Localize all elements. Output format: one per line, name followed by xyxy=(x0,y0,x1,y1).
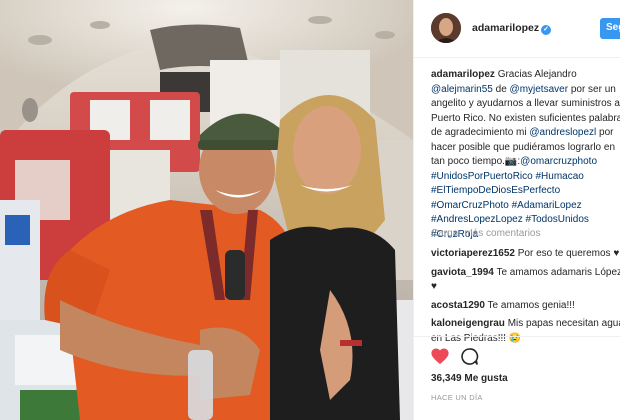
caption-line: angelito y ayudarnos a llevar suministro… xyxy=(431,97,620,112)
caption-text: de agradecimiento mi xyxy=(431,127,530,138)
caption-username[interactable]: adamarilopez xyxy=(431,69,495,80)
comment-line: acosta1290 Te amamos genia!!! xyxy=(431,299,620,314)
post-photo[interactable] xyxy=(0,0,413,420)
caption-link[interactable]: @myjetsaver xyxy=(510,84,569,95)
caption-line: Puerto Rico. No existen suficientes pala… xyxy=(431,112,620,127)
caption-text: hacer posible que pudiéramos lograrlo en xyxy=(431,141,616,153)
caption-line: tan poco tiempo.📷:@omarcruzphoto xyxy=(431,155,620,170)
follow-button[interactable]: Seg xyxy=(600,18,620,39)
like-count[interactable]: 36,349 Me gusta xyxy=(431,373,508,384)
post-header: adamarilopez✓ Seg xyxy=(414,0,620,58)
caption-link[interactable]: @alejmarin55 xyxy=(431,84,493,95)
caption-line: hacer posible que pudiéramos lograrlo en xyxy=(431,141,620,156)
caption-line: @alejmarin55 de @myjetsaver por ser un xyxy=(431,83,620,98)
speech-bubble-icon[interactable] xyxy=(460,347,479,366)
caption-line: #UnidosPorPuertoRico #Humacao xyxy=(431,170,620,185)
comment-item: victoriaperez1652 Por eso te queremos ♥ xyxy=(431,247,620,262)
avatar[interactable] xyxy=(431,13,461,43)
caption-text: por xyxy=(596,127,614,138)
caption-line: #OmarCruzPhoto #AdamariLopez xyxy=(431,199,620,214)
comment-text: Te amamos genia!!! xyxy=(487,299,575,311)
post-actions: 36,349 Me gusta HACE UN DÍA xyxy=(414,336,620,420)
caption-text: angelito y ayudarnos a llevar suministro… xyxy=(431,98,620,109)
caption-link[interactable]: #UnidosPorPuertoRico xyxy=(431,171,533,182)
caption-link[interactable]: #ElTiempoDeDiosEsPerfecto xyxy=(431,185,560,196)
comment-username[interactable]: victoriaperez1652 xyxy=(431,248,515,259)
caption-link[interactable]: #AndresLopezLopez xyxy=(431,214,523,225)
post-timestamp[interactable]: HACE UN DÍA xyxy=(431,393,483,402)
load-more-comments-link[interactable]: Cargar más comentarios xyxy=(431,228,540,239)
comment-text: Mis papas necesitan agua xyxy=(507,318,620,329)
comment-line: kaloneigengrau Mis papas necesitan agua xyxy=(431,317,620,332)
avatar-image xyxy=(431,13,461,43)
caption-line: de agradecimiento mi @andreslopezl por xyxy=(431,126,620,141)
comment-line: victoriaperez1652 Por eso te queremos ♥ xyxy=(431,247,620,262)
caption-link[interactable]: #OmarCruzPhoto xyxy=(431,200,509,211)
comment-line: gaviota_1994 Te amamos adamaris López xyxy=(431,266,620,281)
comments-list: victoriaperez1652 Por eso te queremos ♥ g… xyxy=(431,247,620,350)
comment-username[interactable]: acosta1290 xyxy=(431,300,485,311)
comment-username[interactable]: kaloneigengrau xyxy=(431,318,505,329)
comment-text: Por eso te queremos ♥ xyxy=(517,248,620,259)
caption-link[interactable]: #Humacao xyxy=(536,171,584,182)
photo-illustration xyxy=(0,0,413,420)
comment-item: gaviota_1994 Te amamos adamaris López ♥ xyxy=(431,266,620,295)
caption-text: por ser un xyxy=(568,83,616,95)
verified-badge-icon: ✓ xyxy=(541,25,552,35)
caption-link[interactable]: @andreslopezl xyxy=(529,127,596,138)
comment-username[interactable]: gaviota_1994 xyxy=(431,267,494,278)
caption-link[interactable]: #AdamariLopez xyxy=(512,200,582,211)
caption-text: de xyxy=(492,83,510,95)
caption-text: Gracias Alejandro xyxy=(494,69,577,80)
comment-item: acosta1290 Te amamos genia!!! xyxy=(431,299,620,314)
caption-line: #AndresLopezLopez #TodosUnidos xyxy=(431,213,620,228)
post-caption: adamarilopez Gracias Alejandro @alejmarin… xyxy=(431,68,620,242)
heart-filled-icon[interactable] xyxy=(430,347,450,365)
caption-text: Puerto Rico. No existen suficientes pala… xyxy=(431,112,620,124)
caption-link[interactable]: @omarcruzphoto xyxy=(520,156,597,167)
comment-text: ♥ xyxy=(431,281,437,292)
comment-line: ♥ xyxy=(431,280,620,295)
header-username-text[interactable]: adamarilopez xyxy=(472,22,539,34)
caption-text: tan poco tiempo.📷: xyxy=(431,156,521,167)
caption-line: #ElTiempoDeDiosEsPerfecto xyxy=(431,184,620,199)
caption-line: adamarilopez Gracias Alejandro xyxy=(431,68,620,83)
caption-link[interactable]: #TodosUnidos xyxy=(526,214,589,225)
comment-text: Te amamos adamaris López xyxy=(496,266,620,278)
post-panel: adamarilopez✓ Seg adamarilopez Gracias A… xyxy=(413,0,620,420)
header-username[interactable]: adamarilopez ✓ xyxy=(472,22,552,35)
